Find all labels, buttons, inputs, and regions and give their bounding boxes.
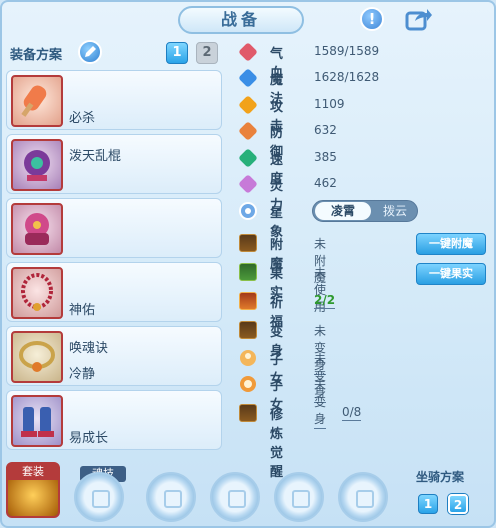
extra-blessing-value: 2/2 [314, 293, 336, 309]
plan-1-button[interactable]: 1 [166, 42, 188, 64]
transform-icon [238, 320, 258, 340]
equip-slot-necklace[interactable]: 神佑 [6, 262, 222, 322]
mount-plan-label: 坐骑方案 [416, 470, 465, 484]
popsicle-icon [11, 75, 63, 127]
mana-icon [238, 68, 258, 88]
share-button[interactable] [404, 6, 434, 32]
attack-icon [238, 95, 258, 115]
equip-slot-belt[interactable]: 唤魂诀 冷静 [6, 326, 222, 386]
equip-slot-weapon[interactable]: 必杀 [6, 70, 222, 130]
soul-skill-slot-1[interactable] [74, 472, 124, 522]
mount-plan-1-button[interactable]: 1 [418, 494, 438, 514]
share-icon [405, 9, 432, 31]
soul-skill-slot-3[interactable] [210, 472, 260, 522]
heart-icon [238, 42, 258, 62]
extra-cultivation-value[interactable]: 0/8 [342, 405, 362, 421]
helmet-icon [11, 139, 63, 191]
slot-5-line2: 冷静 [69, 367, 96, 382]
equip-plan-label: 装备方案 [10, 48, 63, 63]
one-click-fruit-button[interactable]: 一键果实 [416, 263, 486, 285]
stat-hp-value: 1589/1589 [314, 44, 380, 58]
belt-icon [11, 331, 63, 383]
armor-icon [11, 203, 63, 255]
pencil-icon [85, 46, 96, 57]
equip-slot-armor[interactable] [6, 198, 222, 258]
star-option-selected[interactable]: 凌霄 [315, 202, 371, 220]
exclamation-icon: ! [360, 7, 384, 31]
soul-skill-slot-5[interactable] [338, 472, 388, 522]
panel-title: 战备 [178, 6, 304, 34]
plan-2-button[interactable]: 2 [196, 42, 218, 64]
soul-skill-slot-4[interactable] [274, 472, 324, 522]
stat-defense-value: 632 [314, 123, 337, 137]
defense-icon [238, 121, 258, 141]
cultivation-icon [238, 403, 258, 423]
star-icon [238, 201, 258, 221]
blessing-icon [238, 291, 258, 311]
extra-cultivation-label: 修炼觉醒 [270, 408, 284, 480]
fruit-icon [238, 262, 258, 282]
mount-plan-2-button[interactable]: 2 [448, 494, 468, 514]
enchant-icon [238, 233, 258, 253]
stat-attack-value: 1109 [314, 97, 345, 111]
boots-icon [11, 395, 63, 447]
edit-plan-button[interactable] [78, 40, 102, 64]
suit-label: 套装 [8, 464, 58, 480]
equip-slot-boots[interactable]: 易成长 [6, 390, 222, 450]
child-icon [238, 348, 258, 368]
spirit-icon [238, 174, 258, 194]
stat-mp-value: 1628/1628 [314, 70, 380, 84]
star-option-other[interactable]: 拨云 [373, 202, 417, 220]
slot-2-line1: 泼天乱棍 [69, 149, 122, 164]
stat-spirit-value: 462 [314, 176, 337, 190]
slot-4-line2: 神佑 [69, 303, 96, 318]
necklace-icon [11, 267, 63, 319]
equip-slot-helmet[interactable]: 泼天乱棍 [6, 134, 222, 194]
slot-1-skill: 必杀 [69, 111, 96, 126]
one-click-enchant-button[interactable]: 一键附魔 [416, 233, 486, 255]
soul-skill-slot-2[interactable] [146, 472, 196, 522]
star-toggle[interactable]: 凌霄 拨云 [312, 200, 418, 222]
extra-child-2-value[interactable]: 未变身 [314, 376, 327, 429]
speed-icon [238, 148, 258, 168]
slot-5-line1: 唤魂诀 [69, 341, 109, 356]
child-icon [238, 374, 258, 394]
slot-6-line2: 易成长 [69, 431, 109, 446]
stat-speed-value: 385 [314, 150, 337, 164]
help-button[interactable]: ! [358, 6, 386, 32]
